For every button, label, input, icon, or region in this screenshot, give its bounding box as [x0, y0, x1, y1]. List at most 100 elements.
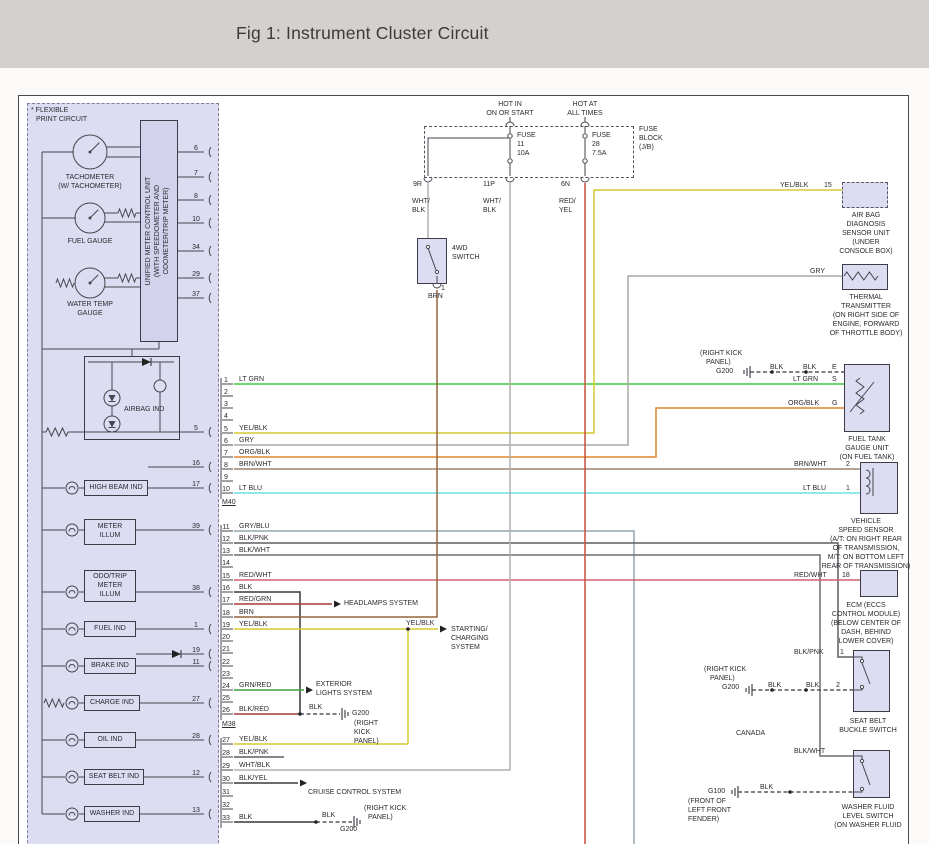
label-gauge: GAUGE: [77, 310, 102, 318]
label-lt-blu: LT BLU: [803, 485, 826, 493]
cluster-pin-17: 17: [192, 481, 200, 489]
seat-belt-ind-bulb-icon: [69, 776, 75, 779]
washer-ind-bulb-icon: [66, 808, 78, 820]
harness-pin-30: 30: [222, 776, 230, 784]
fuel-ind-bulb-icon: [69, 628, 75, 631]
label-right-kick: (RIGHT KICK: [700, 350, 742, 358]
harness-pin-20: 20: [222, 634, 230, 642]
label-red-wht: RED/WHT: [794, 572, 827, 580]
cluster-pin-29: 29: [192, 271, 200, 279]
label-print-circuit: PRINT CIRCUIT: [36, 116, 87, 124]
label-panel: PANEL): [710, 675, 735, 683]
label-diagnosis: DIAGNOSIS: [847, 221, 886, 229]
thermistor-icon: [844, 272, 878, 280]
label-2: 2: [836, 682, 840, 690]
harness-pin-29: 29: [222, 763, 230, 771]
harness-pin-28: 28: [222, 750, 230, 758]
label-odometer-trip-meter: ODOMETER/TRIP METER): [163, 188, 171, 275]
label-engine-forward: ENGINE, FORWARD: [833, 321, 900, 329]
harness-pin-5: 5: [224, 426, 228, 434]
label-gry: GRY: [810, 268, 825, 276]
connector-m40-label: M40: [222, 499, 236, 507]
harness-pin-13: 13: [222, 548, 230, 556]
seat-belt-blade: [862, 663, 870, 684]
oil-ind-bulb-icon: [69, 739, 75, 742]
harness-pin-16: 16: [222, 585, 230, 593]
label-high-beam-ind: HIGH BEAM IND: [89, 484, 142, 492]
high-beam-bulb-icon: [69, 487, 75, 490]
headlamps-arrow-icon: [334, 601, 341, 608]
cluster-pin-bracket-icon: [209, 273, 211, 283]
label-j-b: (J/B): [639, 144, 654, 152]
harness-pin-19: 19: [222, 622, 230, 630]
label-meter: METER: [98, 582, 123, 590]
wire-label-1-lt-grn: LT GRN: [239, 376, 264, 384]
label-washer-fluid: WASHER FLUID: [842, 804, 895, 812]
label-9r: 9R: [413, 181, 422, 189]
label-dash-behind: DASH, BEHIND: [841, 629, 891, 637]
label-all-times: ALL TIMES: [567, 110, 602, 118]
cluster-pin-11: 11: [192, 659, 199, 667]
starting-arrow-icon: [440, 626, 447, 633]
harness-pin-11: 11: [222, 524, 229, 532]
label-cruise-control-system: CRUISE CONTROL SYSTEM: [308, 789, 401, 797]
cluster-pin-27: 27: [192, 696, 200, 704]
label-gauge-unit: GAUGE UNIT: [845, 445, 889, 453]
label-charging: CHARGING: [451, 635, 489, 643]
label-org-blk: ORG/BLK: [788, 400, 819, 408]
label-yel-blk: YEL/BLK: [780, 182, 808, 190]
harness-pin-23: 23: [222, 671, 230, 679]
label-seat-belt: SEAT BELT: [850, 718, 887, 726]
cluster-pin-37: 37: [192, 291, 200, 299]
harness-pin-9: 9: [224, 474, 228, 482]
label-blk: BLK: [806, 682, 819, 690]
speed-sensor-coil-icon: [866, 470, 870, 494]
instrument-cluster-wiring-diagram: Fig 1: Instrument Cluster Circuit 1LT GR…: [0, 0, 929, 844]
harness-pin-26: 26: [222, 707, 230, 715]
label-console-box: CONSOLE BOX): [839, 248, 892, 256]
wire-label-17-red-grn: RED/GRN: [239, 596, 271, 604]
label-g: G: [832, 400, 837, 408]
label-canada: CANADA: [736, 730, 765, 738]
airbag-led-icon: [109, 395, 116, 402]
switch-contact-icon: [860, 787, 863, 790]
label-illum: ILLUM: [100, 591, 121, 599]
airbag-led-icon: [109, 421, 116, 428]
cluster-pin-13: 13: [192, 807, 200, 815]
oil-ind-bulb-icon: [66, 734, 78, 746]
label-fuse: FUSE: [517, 132, 536, 140]
cluster-pin-bracket-icon: [209, 649, 211, 659]
brake-ind-bulb-icon: [69, 665, 75, 668]
harness-pin-6: 6: [224, 438, 228, 446]
cluster-pin-bracket-icon: [209, 772, 211, 782]
label-brn: BRN: [428, 293, 443, 301]
label-block: BLOCK: [639, 135, 663, 143]
label-speed-sensor: SPEED SENSOR: [838, 527, 893, 535]
harness-pin-32: 32: [222, 802, 230, 810]
charge-ind-bulb-icon: [69, 702, 75, 705]
label-fuse: FUSE: [592, 132, 611, 140]
label-on-washer-fluid: (ON WASHER FLUID: [834, 822, 901, 830]
label-yel-blk: YEL/BLK: [406, 620, 434, 628]
label-hot-in: HOT IN: [498, 101, 522, 109]
label-fuse: FUSE: [639, 126, 658, 134]
label-control-module: CONTROL MODULE): [832, 611, 900, 619]
label-seat-belt-ind: SEAT BELT IND: [89, 773, 139, 781]
switch-contact-icon: [860, 685, 863, 688]
wire-label-24-grn-red: GRN/RED: [239, 682, 271, 690]
resistor-icon: [44, 699, 64, 707]
gry-blu-wire: [234, 531, 634, 844]
harness-pin-24: 24: [222, 683, 230, 691]
label-sensor-unit: SENSOR UNIT: [842, 230, 890, 238]
cluster-pin-bracket-icon: [209, 218, 211, 228]
label-thermal: THERMAL: [849, 294, 882, 302]
label-4wd: 4WD: [452, 245, 468, 253]
cluster-pin-28: 28: [192, 733, 200, 741]
cluster-pin-1: 1: [194, 622, 198, 630]
switch-contact-icon: [435, 270, 438, 273]
label-2: 2: [846, 461, 850, 469]
label-g100: G100: [708, 788, 725, 796]
brake-ind-bulb-icon: [66, 660, 78, 672]
label-vehicle: VEHICLE: [851, 518, 881, 526]
label-brake-ind: BRAKE IND: [91, 662, 129, 670]
